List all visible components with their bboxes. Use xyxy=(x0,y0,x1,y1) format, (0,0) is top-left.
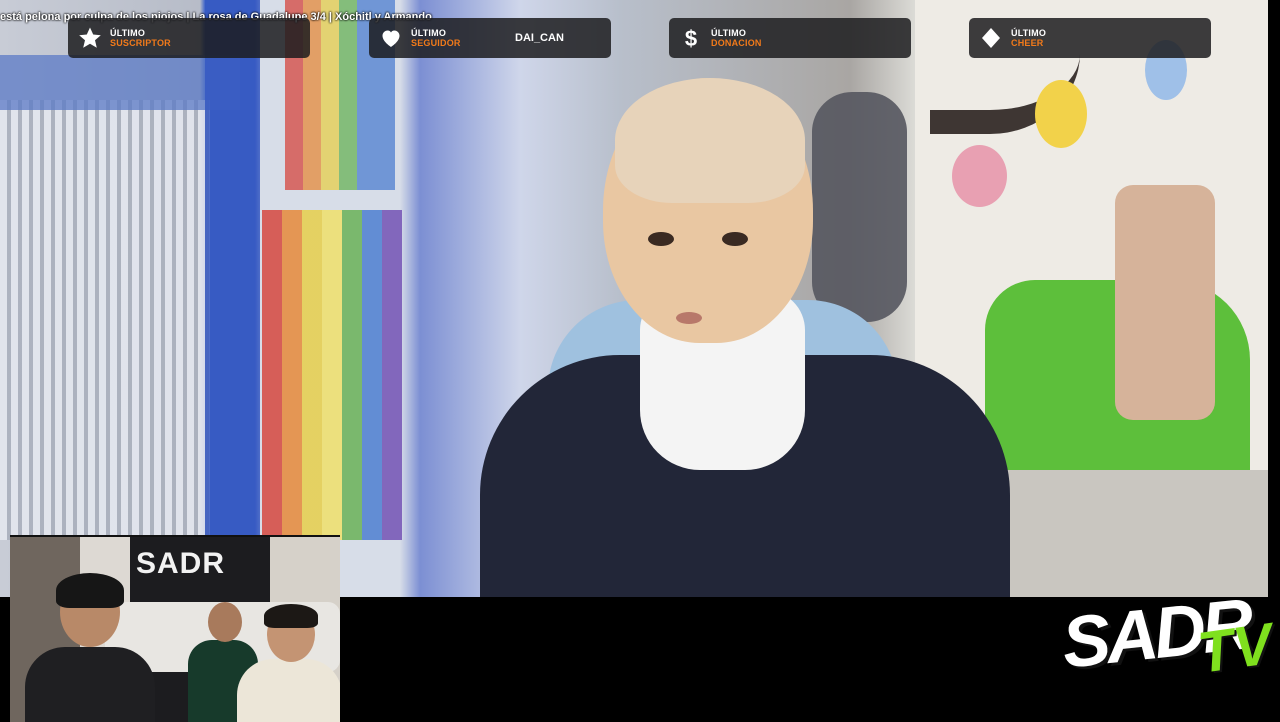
svg-text:$: $ xyxy=(685,26,697,50)
heart-icon xyxy=(378,25,404,51)
widget-label-top: ÚLTIMO xyxy=(711,28,747,38)
widget-label-top: ÚLTIMO xyxy=(411,28,447,38)
widget-label-type: SEGUIDOR xyxy=(411,38,461,48)
left-eye xyxy=(648,232,674,246)
widget-label-type: DONACION xyxy=(711,38,762,48)
widget-value: DAI_CAN xyxy=(515,32,564,44)
plush-toy xyxy=(812,92,907,322)
person-left-headset xyxy=(20,573,155,722)
bald-cap xyxy=(615,78,805,203)
dollar-icon: $ xyxy=(678,25,704,51)
sadr-tv-logo: SADR TV xyxy=(1050,584,1276,710)
widget-label-top: ÚLTIMO xyxy=(110,28,146,38)
webcam-banner: SADR xyxy=(136,547,226,580)
widget-label-type: SUSCRIPTOR xyxy=(110,38,171,48)
widget-last-cheer: ÚLTIMO CHEER xyxy=(969,18,1211,58)
blue-post xyxy=(205,0,260,597)
mouth xyxy=(676,312,702,324)
floor xyxy=(1000,470,1268,597)
right-eye xyxy=(722,232,748,246)
star-icon xyxy=(77,25,103,51)
blue-beam xyxy=(0,55,240,110)
video-frame[interactable] xyxy=(0,0,1268,597)
widget-last-donation: $ ÚLTIMO DONACION xyxy=(669,18,911,58)
widget-last-subscriber: ÚLTIMO SUSCRIPTOR xyxy=(68,18,310,58)
widget-label-type: CHEER xyxy=(1011,38,1044,48)
pink-balloon xyxy=(952,145,1007,207)
logo-suffix-text: TV xyxy=(1193,611,1277,686)
yellow-balloon xyxy=(1035,80,1087,148)
corrugated-wall xyxy=(0,100,210,540)
diamond-icon xyxy=(978,25,1004,51)
person-right xyxy=(232,604,340,722)
widget-last-follower: ÚLTIMO SEGUIDOR DAI_CAN xyxy=(369,18,611,58)
hanging-towel xyxy=(1115,185,1215,420)
webcam-feed: SADR xyxy=(10,535,340,722)
rainbow-mural xyxy=(262,210,402,540)
widget-label-top: ÚLTIMO xyxy=(1011,28,1047,38)
